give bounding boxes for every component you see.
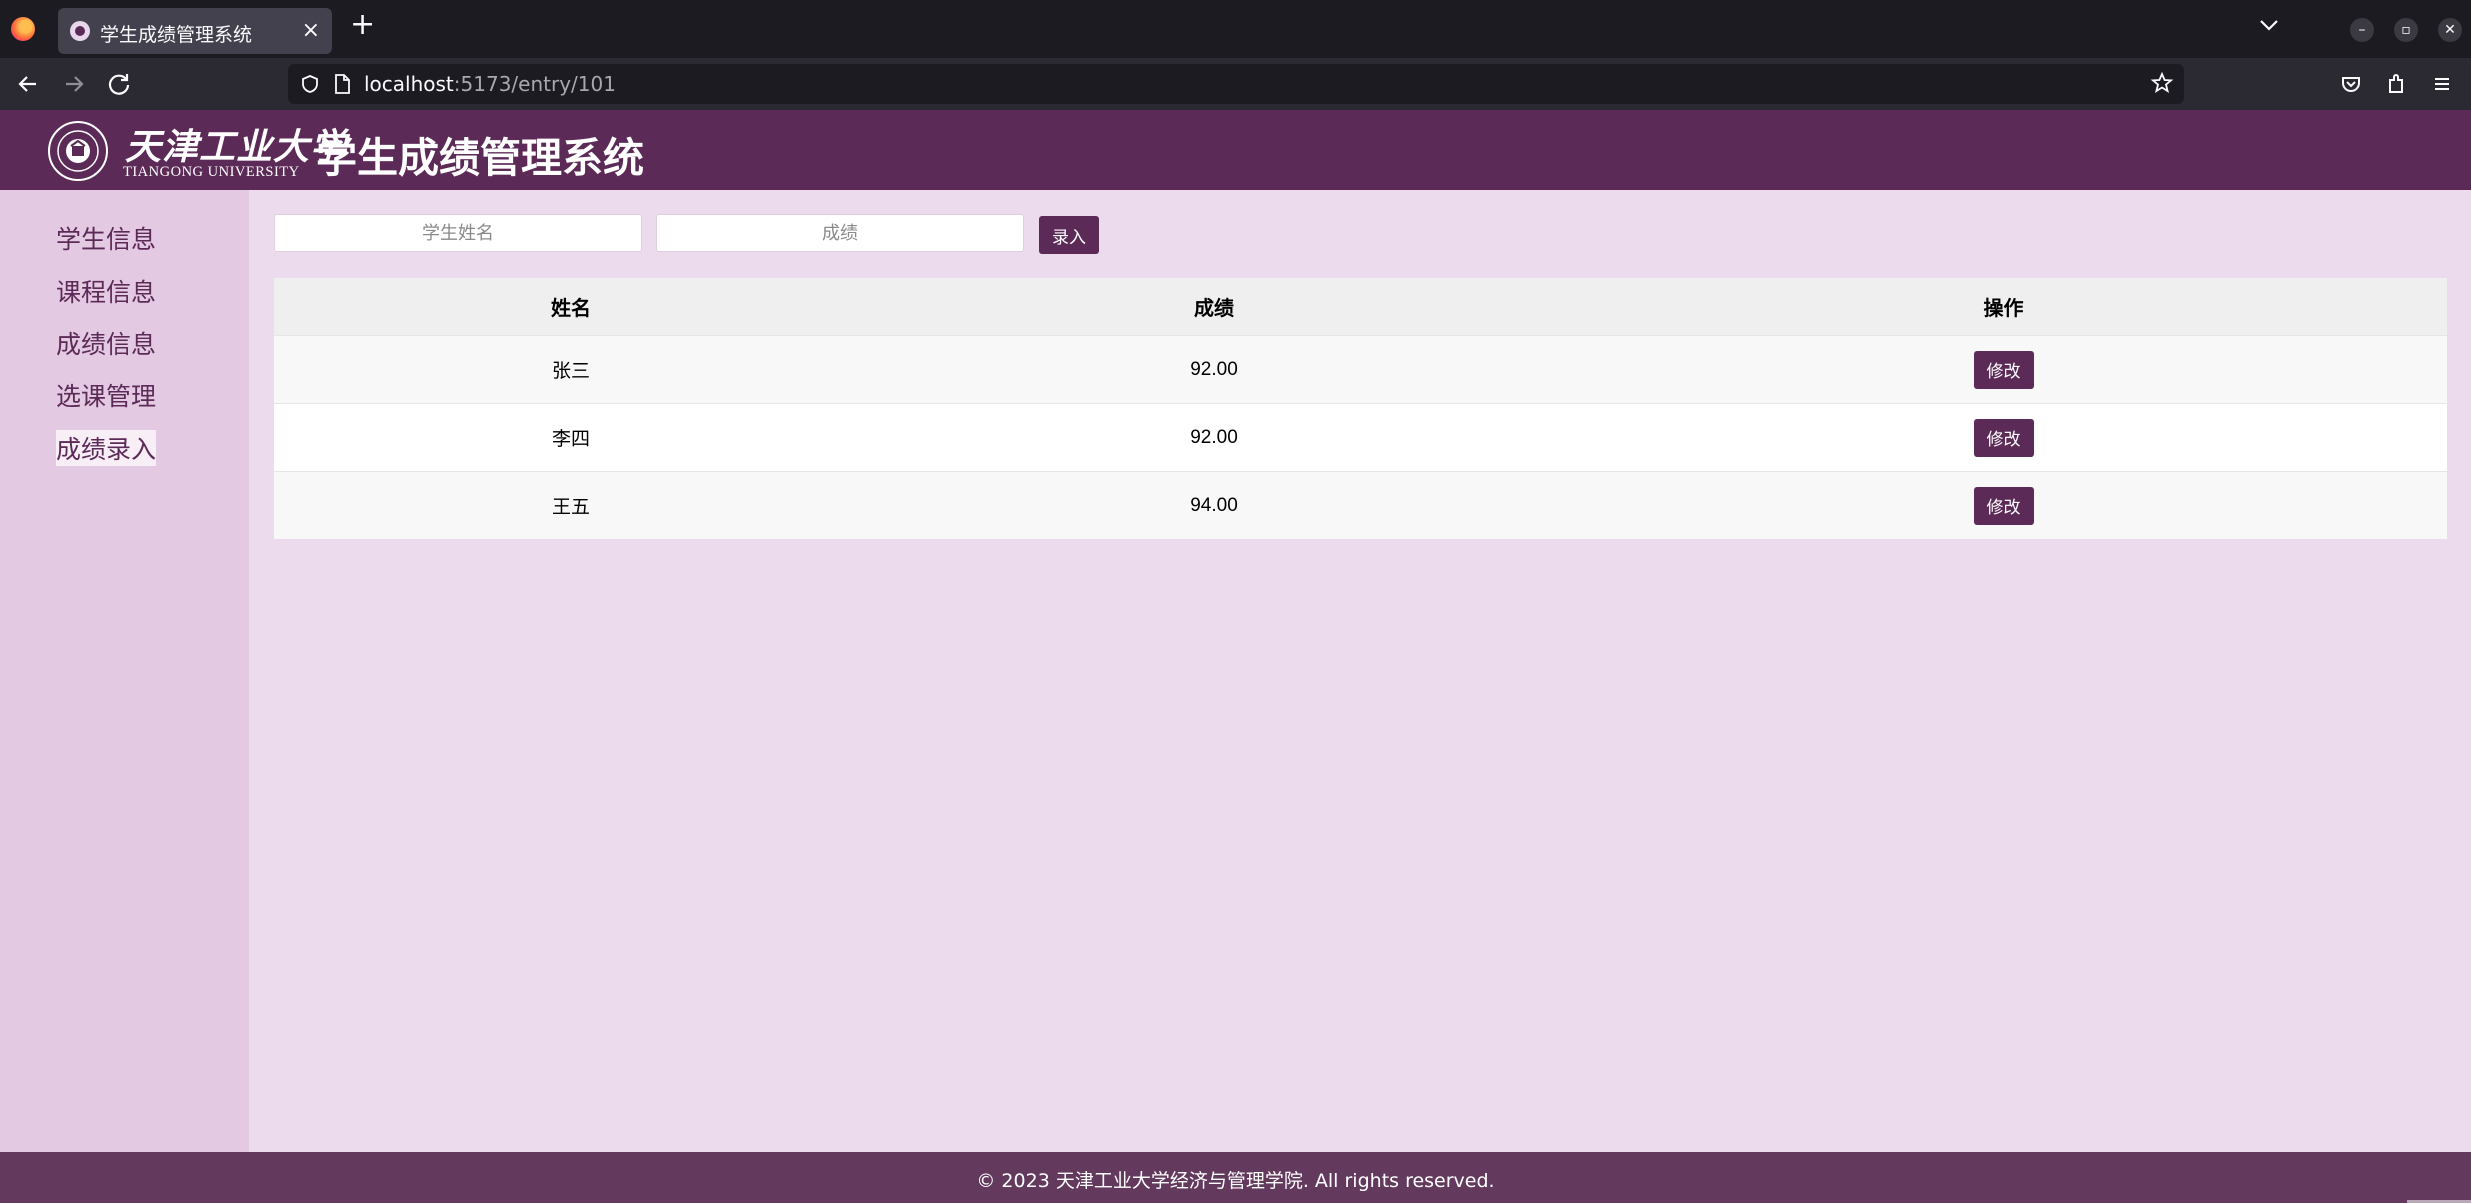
sidebar-item-grade-entry[interactable]: 成绩录入 bbox=[56, 430, 157, 466]
page-info-icon[interactable] bbox=[332, 73, 352, 95]
pocket-icon[interactable] bbox=[2335, 68, 2367, 100]
browser-tab[interactable]: 学生成绩管理系统 × bbox=[58, 8, 332, 54]
shield-icon[interactable] bbox=[300, 74, 320, 94]
edit-button[interactable]: 修改 bbox=[1973, 418, 2034, 457]
app-title: 学生成绩管理系统 bbox=[316, 134, 644, 182]
column-header-name: 姓名 bbox=[274, 278, 868, 336]
footer-copyright: © 2023 天津工业大学经济与管理学院. All rights reserve… bbox=[976, 1170, 1495, 1192]
university-name-cn: 天津工业大学 bbox=[125, 126, 348, 168]
tab-favicon-icon bbox=[70, 21, 90, 41]
back-icon[interactable] bbox=[12, 68, 44, 100]
university-name-en: TIANGONG UNIVERSITY bbox=[123, 164, 300, 180]
edit-button[interactable]: 修改 bbox=[1973, 350, 2034, 389]
cell-name: 李四 bbox=[274, 403, 868, 472]
bookmark-star-icon[interactable] bbox=[2150, 71, 2174, 95]
browser-tab-strip: 学生成绩管理系统 × + – ▫ ✕ bbox=[0, 0, 2471, 58]
university-seal-icon bbox=[48, 121, 108, 181]
footer: © 2023 天津工业大学经济与管理学院. All rights reserve… bbox=[0, 1152, 2471, 1203]
forward-icon[interactable] bbox=[58, 68, 90, 100]
student-name-input[interactable] bbox=[274, 214, 642, 252]
table-row: 张三 92.00 修改 bbox=[274, 335, 2447, 404]
browser-navbar: localhost:5173/entry/101 bbox=[0, 58, 2471, 110]
app-header: 天津工业大学 TIANGONG UNIVERSITY 学生成绩管理系统 bbox=[0, 110, 2471, 190]
restore-icon[interactable]: ▫ bbox=[2394, 18, 2418, 42]
new-tab-icon[interactable]: + bbox=[350, 10, 375, 40]
score-input[interactable] bbox=[656, 214, 1024, 252]
column-header-score: 成绩 bbox=[868, 278, 1560, 336]
reload-icon[interactable] bbox=[103, 68, 135, 100]
firefox-icon[interactable] bbox=[11, 17, 35, 41]
cell-score: 92.00 bbox=[868, 403, 1560, 472]
cell-score: 94.00 bbox=[868, 471, 1560, 539]
close-window-icon[interactable]: ✕ bbox=[2438, 18, 2462, 42]
edit-button[interactable]: 修改 bbox=[1973, 486, 2034, 525]
grades-table: 姓名 成绩 操作 张三 92.00 修改 李四 92.00 修改 王五 94.0… bbox=[274, 278, 2447, 539]
main-content: 录入 姓名 成绩 操作 张三 92.00 修改 李四 bbox=[249, 190, 2471, 1152]
sidebar-item-student-info[interactable]: 学生信息 bbox=[56, 220, 156, 256]
sidebar-item-grade-info[interactable]: 成绩信息 bbox=[56, 325, 156, 361]
tab-title: 学生成绩管理系统 bbox=[100, 24, 253, 46]
minimize-icon[interactable]: – bbox=[2350, 18, 2374, 42]
table-row: 王五 94.00 修改 bbox=[274, 471, 2447, 539]
url-text[interactable]: localhost:5173/entry/101 bbox=[364, 72, 616, 96]
cell-name: 张三 bbox=[274, 335, 868, 404]
menu-icon[interactable] bbox=[2426, 68, 2458, 100]
cell-action: 修改 bbox=[1560, 335, 2447, 404]
page: 天津工业大学 TIANGONG UNIVERSITY 学生成绩管理系统 学生信息… bbox=[0, 110, 2471, 1203]
tab-close-icon[interactable]: × bbox=[302, 18, 320, 43]
column-header-action: 操作 bbox=[1560, 278, 2447, 336]
sidebar-item-course-info[interactable]: 课程信息 bbox=[56, 273, 156, 309]
sidebar: 学生信息 课程信息 成绩信息 选课管理 成绩录入 bbox=[0, 190, 249, 1152]
url-bar[interactable]: localhost:5173/entry/101 bbox=[288, 64, 2184, 104]
table-row: 李四 92.00 修改 bbox=[274, 403, 2447, 472]
cell-action: 修改 bbox=[1560, 471, 2447, 539]
cell-name: 王五 bbox=[274, 471, 868, 539]
cell-score: 92.00 bbox=[868, 335, 1560, 404]
table-header-row: 姓名 成绩 操作 bbox=[274, 278, 2447, 336]
sidebar-item-course-selection[interactable]: 选课管理 bbox=[56, 377, 156, 413]
tab-list-chevron-icon[interactable] bbox=[2258, 14, 2280, 36]
cell-action: 修改 bbox=[1560, 403, 2447, 472]
extensions-icon[interactable] bbox=[2380, 68, 2412, 100]
submit-button[interactable]: 录入 bbox=[1039, 216, 1099, 254]
